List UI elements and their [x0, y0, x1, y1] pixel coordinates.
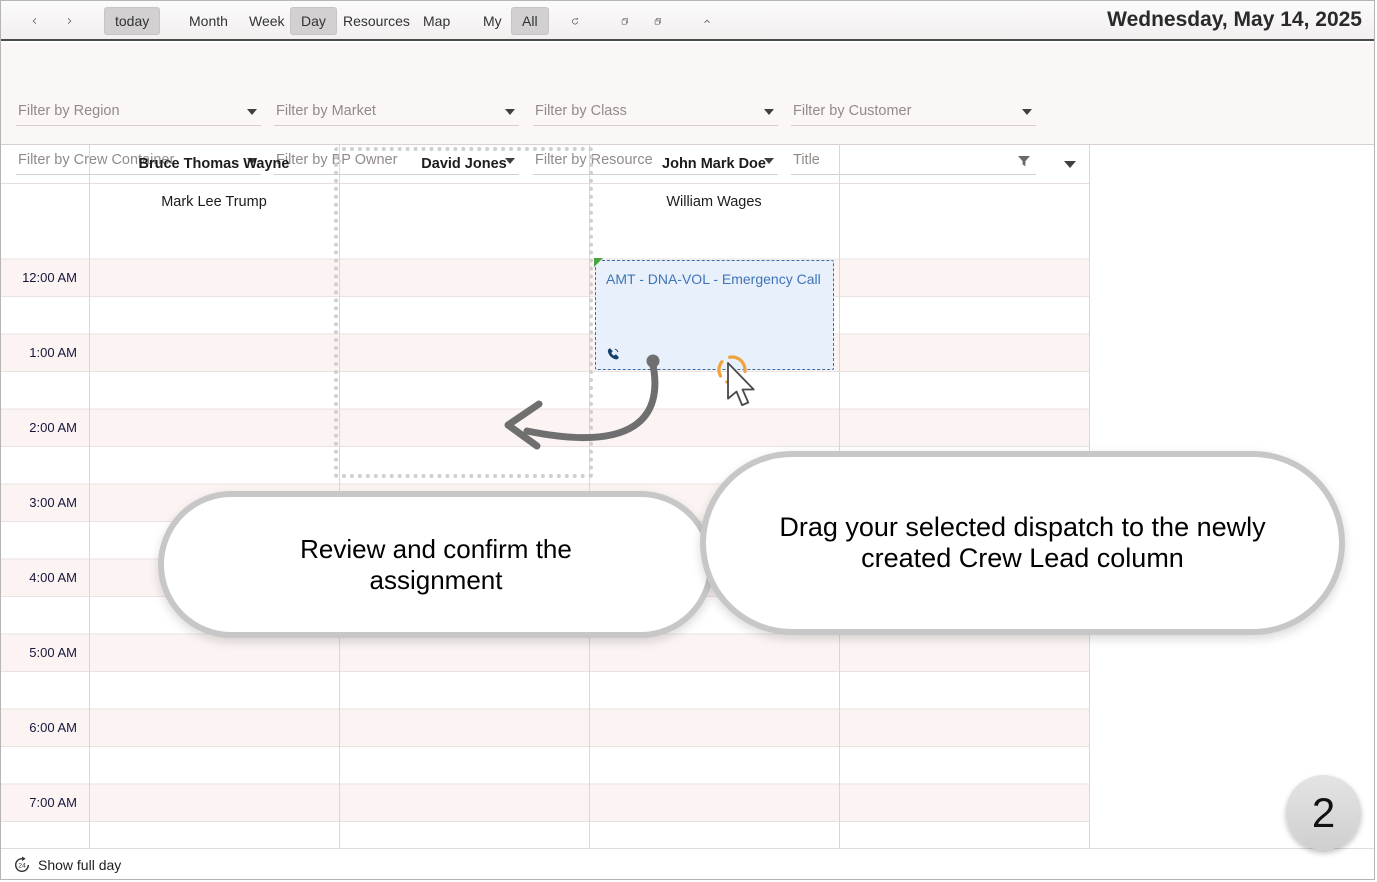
view-month-button[interactable]: Month	[179, 8, 238, 34]
filter-customer-label: Filter by Customer	[793, 103, 912, 119]
column-header-member-1[interactable]: Mark Lee Trump	[89, 184, 339, 220]
time-label: 2:00 AM	[29, 420, 77, 435]
grid-line	[89, 144, 90, 849]
chevron-down-icon	[1064, 160, 1076, 168]
chevron-down-icon	[247, 109, 257, 115]
event-card[interactable]: AMT - DNA-VOL - Emergency Call	[594, 258, 834, 370]
chevron-up-icon	[704, 19, 710, 23]
time-label: 3:00 AM	[29, 495, 77, 510]
copy-multiple-button[interactable]	[644, 8, 672, 34]
scope-my-button[interactable]: My	[473, 8, 512, 34]
show-full-day-label: Show full day	[38, 857, 122, 873]
callout-drag: Drag your selected dispatch to the newly…	[700, 451, 1345, 635]
callout-review: Review and confirm the assignment	[158, 491, 714, 638]
column-header-member-3[interactable]: William Wages	[589, 184, 839, 220]
footer-bar: 24 Show full day	[1, 848, 1374, 879]
filter-market[interactable]: Filter by Market	[274, 98, 519, 126]
filter-class[interactable]: Filter by Class	[533, 98, 778, 126]
chevron-down-icon	[764, 109, 774, 115]
drop-target-highlight[interactable]	[334, 147, 593, 478]
chevron-left-icon	[32, 18, 37, 24]
view-resources-button[interactable]: Resources	[333, 8, 420, 34]
copy-icon	[621, 17, 628, 24]
collapse-toolbar-button[interactable]	[693, 8, 721, 34]
event-title: AMT - DNA-VOL - Emergency Call	[606, 271, 821, 287]
column-header-lead-4[interactable]	[839, 146, 1089, 182]
today-button[interactable]: today	[104, 7, 161, 35]
toolbar: today Month Week Day Resources Map My Al…	[1, 1, 1374, 41]
full-day-clock-icon: 24	[14, 856, 30, 873]
scheduler-app: today Month Week Day Resources Map My Al…	[0, 0, 1375, 880]
callout-drag-text: Drag your selected dispatch to the newly…	[779, 512, 1266, 573]
step-number: 2	[1311, 788, 1336, 836]
grid-line	[1, 144, 1374, 145]
scope-all-button[interactable]: All	[511, 7, 549, 35]
prev-button[interactable]	[21, 8, 49, 34]
time-label: 5:00 AM	[29, 645, 77, 660]
column-header-member-4[interactable]	[839, 184, 1089, 220]
callout-review-text: Review and confirm the assignment	[300, 533, 572, 595]
time-label: 6:00 AM	[29, 720, 77, 735]
view-week-button[interactable]: Week	[239, 8, 295, 34]
filter-region[interactable]: Filter by Region	[16, 98, 261, 126]
column-header-lead-3[interactable]: John Mark Doe	[589, 146, 839, 182]
next-button[interactable]	[55, 8, 83, 34]
svg-text:24: 24	[18, 863, 26, 870]
chevron-down-icon	[505, 109, 515, 115]
event-flag-icon	[594, 258, 603, 267]
column-header-lead-1[interactable]: Bruce Thomas Wayne	[89, 146, 339, 182]
filter-panel: Filter by Region Filter by Market Filter…	[1, 43, 1374, 175]
refresh-button[interactable]	[561, 8, 589, 34]
time-label: 12:00 AM	[22, 270, 77, 285]
time-label: 4:00 AM	[29, 570, 77, 585]
filter-region-label: Filter by Region	[18, 103, 120, 119]
date-title: Wednesday, May 14, 2025	[1107, 8, 1362, 31]
phone-icon	[607, 348, 619, 360]
time-label: 1:00 AM	[29, 345, 77, 360]
time-label: 7:00 AM	[29, 795, 77, 810]
copy-multiple-icon	[654, 17, 661, 24]
chevron-down-icon	[1022, 109, 1032, 115]
refresh-icon	[572, 17, 579, 24]
filter-customer[interactable]: Filter by Customer	[791, 98, 1036, 126]
view-map-button[interactable]: Map	[413, 8, 460, 34]
copy-button[interactable]	[611, 8, 639, 34]
filter-market-label: Filter by Market	[276, 103, 376, 119]
show-full-day-button[interactable]: 24 Show full day	[13, 856, 121, 874]
filter-class-label: Filter by Class	[535, 103, 627, 119]
chevron-right-icon	[67, 18, 72, 24]
view-day-button[interactable]: Day	[290, 7, 337, 35]
resource-select-dropdown[interactable]	[1057, 151, 1083, 175]
step-badge: 2	[1286, 775, 1361, 850]
